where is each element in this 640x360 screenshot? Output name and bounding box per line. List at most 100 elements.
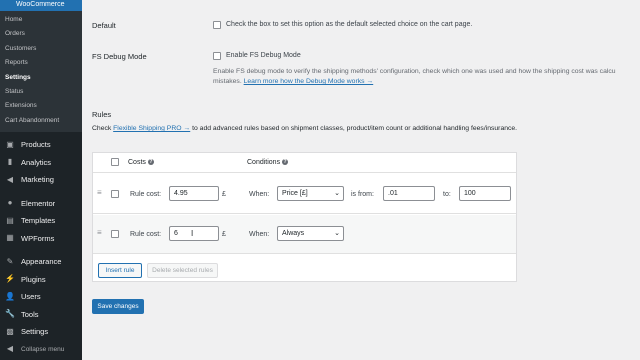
collapse-label: Collapse menu	[21, 345, 65, 353]
sidebar-item-elementor[interactable]: ● Elementor	[0, 195, 82, 213]
sidebar-item-analytics[interactable]: ▮ Analytics	[0, 154, 82, 172]
debug-desc-prefix: mistakes.	[213, 78, 242, 85]
rules-table-footer: Insert rule Delete selected rules	[93, 256, 516, 282]
rule-cost-input[interactable]: 6	[169, 226, 219, 241]
default-checkbox[interactable]	[213, 21, 221, 29]
default-text: Check the box to set this option as the …	[226, 21, 473, 28]
costs-help-icon[interactable]: ?	[147, 159, 154, 166]
to-label: to:	[443, 191, 451, 198]
rule-checkbox[interactable]	[111, 230, 119, 238]
condition-select[interactable]: Price [£] ⌄	[277, 186, 344, 201]
chevron-down-icon: ⌄	[334, 190, 340, 197]
users-icon: 👤	[5, 291, 15, 301]
currency-symbol: £	[222, 231, 226, 238]
submenu-settings[interactable]: Settings	[0, 71, 82, 85]
sidebar-item-label: Tools	[21, 309, 39, 319]
woocommerce-submenu: Home Orders Customers Reports Settings S…	[0, 11, 82, 133]
sidebar-item-label: Templates	[21, 216, 56, 226]
sidebar-item-label: Analytics	[21, 157, 52, 167]
submenu-customers[interactable]: Customers	[0, 42, 82, 56]
rule-row: ≡ Rule cost: 6 I £ When: Always ⌄	[93, 215, 516, 254]
sidebar-item-users[interactable]: 👤 Users	[0, 288, 82, 306]
drag-handle-icon[interactable]: ≡	[97, 228, 102, 237]
costs-header-label: Costs	[128, 159, 146, 166]
sidebar-item-label: WPForms	[21, 233, 55, 243]
debug-checkbox[interactable]	[213, 52, 221, 60]
to-input[interactable]: 100	[459, 186, 511, 201]
plugins-icon: ⚡	[5, 274, 15, 284]
debug-desc-line1: Enable FS debug mode to verify the shipp…	[213, 68, 616, 75]
sidebar-item-label: Users	[21, 292, 41, 302]
chevron-down-icon: ⌄	[334, 230, 340, 237]
when-label: When:	[249, 231, 270, 238]
insert-rule-button[interactable]: Insert rule	[98, 263, 142, 278]
rules-heading: Rules	[92, 110, 112, 119]
rule-cost-input[interactable]: 4.95	[169, 186, 219, 201]
sidebar-item-label: Settings	[21, 327, 49, 337]
admin-sidebar: WooCommerce Home Orders Customers Report…	[0, 0, 82, 360]
sidebar-item-label: Elementor	[21, 198, 56, 208]
currency-symbol: £	[222, 191, 226, 198]
settings-main: Default Check the box to set this option…	[82, 0, 640, 360]
pro-notice: Check Flexible Shipping PRO → to add adv…	[92, 125, 517, 132]
analytics-icon: ▮	[7, 157, 13, 167]
sidebar-item-marketing[interactable]: ◀ Marketing	[0, 171, 82, 189]
rule-cost-label: Rule cost:	[130, 231, 162, 238]
submenu-home[interactable]: Home	[0, 13, 82, 27]
sidebar-item-label: Products	[21, 140, 51, 150]
submenu-extensions[interactable]: Extensions	[0, 99, 82, 113]
tools-icon: 🔧	[5, 309, 15, 319]
drag-handle-icon[interactable]: ≡	[97, 188, 102, 197]
is-from-label: is from:	[351, 191, 374, 198]
rule-cost-label: Rule cost:	[130, 191, 162, 198]
flexible-shipping-pro-link[interactable]: Flexible Shipping PRO →	[113, 125, 190, 132]
debug-label: FS Debug Mode	[92, 52, 147, 61]
delete-selected-rules-button[interactable]: Delete selected rules	[147, 263, 218, 278]
sidebar-item-label: Appearance	[21, 257, 62, 267]
sidebar-item-tools[interactable]: 🔧 Tools	[0, 306, 82, 324]
sidebar-item-settings[interactable]: ▩ Settings	[0, 323, 82, 341]
when-label: When:	[249, 191, 270, 198]
submenu-reports[interactable]: Reports	[0, 56, 82, 70]
templates-icon: ▤	[6, 215, 14, 225]
sidebar-item-products[interactable]: ▣ Products	[0, 136, 82, 154]
submenu-orders[interactable]: Orders	[0, 27, 82, 41]
submenu-cart-abandonment[interactable]: Cart Abandonment	[0, 114, 82, 128]
submenu-status[interactable]: Status	[0, 85, 82, 99]
conditions-header-label: Conditions	[247, 159, 281, 166]
elementor-icon: ●	[7, 198, 13, 208]
sidebar-item-wpforms[interactable]: ▦ WPForms	[0, 230, 82, 248]
pro-notice-prefix: Check	[92, 125, 112, 132]
rules-table-header: Costs? Conditions?	[93, 153, 516, 173]
conditions-help-icon[interactable]: ?	[282, 159, 289, 166]
settings-icon: ▩	[6, 326, 14, 336]
costs-column-header: Costs?	[128, 159, 154, 166]
sidebar-item-label: Plugins	[21, 274, 46, 284]
sidebar-woocommerce-title[interactable]: WooCommerce	[0, 0, 82, 11]
collapse-icon: ◀	[6, 344, 14, 354]
conditions-column-header: Conditions?	[247, 159, 289, 166]
pro-notice-suffix: to add advanced rules based on shipment …	[192, 125, 518, 132]
text-cursor-icon: I	[191, 229, 194, 238]
save-changes-button[interactable]: Save changes	[92, 299, 144, 314]
debug-text: Enable FS Debug Mode	[226, 52, 301, 59]
debug-learn-more-link[interactable]: Learn more how the Debug Mode works →	[244, 78, 374, 85]
condition-select[interactable]: Always ⌄	[277, 226, 344, 241]
rule-row: ≡ Rule cost: 4.95 £ When: Price [£] ⌄ is…	[93, 175, 516, 214]
collapse-menu[interactable]: ◀ Collapse menu	[0, 341, 82, 359]
sidebar-item-label: Marketing	[21, 175, 54, 185]
sidebar-item-appearance[interactable]: ✎ Appearance	[0, 253, 82, 271]
condition-select-value: Always	[282, 230, 305, 237]
rule-checkbox[interactable]	[111, 190, 119, 198]
products-icon: ▣	[6, 139, 14, 149]
debug-desc-line2: mistakes. Learn more how the Debug Mode …	[213, 77, 373, 88]
rules-table: Costs? Conditions? ≡ Rule cost: 4.95 £ W…	[92, 152, 517, 282]
sidebar-item-plugins[interactable]: ⚡ Plugins	[0, 271, 82, 289]
select-all-checkbox[interactable]	[111, 158, 119, 166]
from-input[interactable]: .01	[383, 186, 435, 201]
appearance-icon: ✎	[6, 256, 14, 266]
sidebar-item-templates[interactable]: ▤ Templates	[0, 212, 82, 230]
default-label: Default	[92, 21, 116, 30]
wpforms-icon: ▦	[6, 233, 14, 243]
marketing-icon: ◀	[6, 174, 14, 184]
